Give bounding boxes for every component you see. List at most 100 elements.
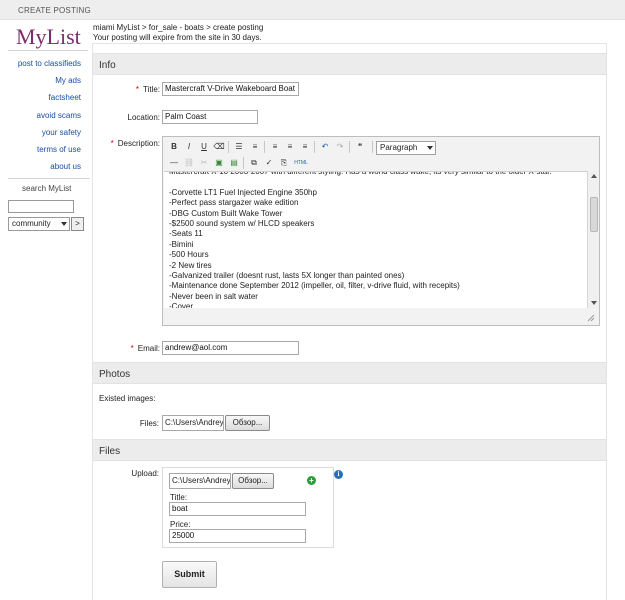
description-line: -$2500 sound system w/ HLCD speakers bbox=[169, 219, 315, 229]
page-heading: CREATE POSTING bbox=[18, 6, 91, 15]
file-title-input[interactable]: boat bbox=[169, 502, 306, 516]
info-icon[interactable]: i bbox=[334, 470, 343, 479]
search-scope-value: community bbox=[12, 219, 51, 228]
paste-button[interactable]: ⎘ bbox=[277, 156, 291, 170]
toolbar-separator bbox=[372, 141, 373, 153]
fullscreen-button[interactable]: ⧉ bbox=[247, 156, 261, 170]
email-input[interactable]: andrew@aol.com bbox=[162, 341, 299, 355]
bullet-list-button[interactable]: ☰ bbox=[232, 140, 246, 154]
media-button[interactable]: ▤ bbox=[227, 156, 241, 170]
undo-button[interactable]: ↶ bbox=[318, 140, 332, 154]
email-label-text: Email: bbox=[137, 344, 160, 353]
description-line: -Corvette LT1 Fuel Injected Engine 350hp bbox=[169, 187, 317, 197]
editor-scrollbar[interactable] bbox=[587, 171, 599, 308]
sidebar-item-avoid-scams[interactable]: avoid scams bbox=[0, 110, 90, 127]
scroll-up-icon[interactable] bbox=[591, 174, 597, 178]
redo-button[interactable]: ↷ bbox=[333, 140, 347, 154]
blockquote-button[interactable]: ❝ bbox=[353, 140, 367, 154]
title-label: * Title: bbox=[99, 85, 160, 94]
horizontal-rule-button[interactable]: — bbox=[167, 156, 181, 170]
align-right-button[interactable]: ≡ bbox=[298, 140, 312, 154]
unlink-button[interactable]: ✂ bbox=[197, 156, 211, 170]
link-button[interactable]: ⛓ bbox=[182, 156, 196, 170]
location-input[interactable]: Palm Coast bbox=[162, 110, 258, 124]
section-title: Info bbox=[99, 60, 116, 71]
sidebar-nav: post to classifieds My ads factsheet avo… bbox=[0, 58, 90, 178]
section-title: Photos bbox=[99, 369, 131, 380]
photo-file-input[interactable]: C:\Users\Andrey bbox=[162, 415, 224, 431]
align-left-button[interactable]: ≡ bbox=[268, 140, 282, 154]
upload-box: C:\Users\Andrey Обзор... + Title: boat P… bbox=[162, 467, 334, 548]
file-price-input[interactable]: 25000 bbox=[169, 529, 306, 543]
description-line: -2 New tires bbox=[169, 260, 212, 270]
toolbar-separator bbox=[264, 141, 265, 153]
sidebar-item-my-ads[interactable]: My ads bbox=[0, 75, 90, 92]
spellcheck-button[interactable]: ✓ bbox=[262, 156, 276, 170]
image-button[interactable]: ▣ bbox=[212, 156, 226, 170]
format-select[interactable]: Paragraph bbox=[376, 141, 436, 155]
sidebar-item-about-us[interactable]: about us bbox=[0, 161, 90, 178]
photos-section-header: Photos bbox=[93, 362, 606, 384]
search-input[interactable] bbox=[8, 200, 74, 213]
add-file-icon[interactable]: + bbox=[307, 476, 316, 485]
bold-button[interactable]: B bbox=[167, 140, 181, 154]
required-mark: * bbox=[110, 139, 114, 148]
description-line: -Cover bbox=[169, 302, 194, 308]
required-mark: * bbox=[130, 344, 134, 353]
chevron-down-icon bbox=[61, 222, 67, 226]
divider bbox=[8, 178, 90, 179]
upload-file-input[interactable]: C:\Users\Andrey bbox=[169, 473, 231, 489]
italic-button[interactable]: I bbox=[182, 140, 196, 154]
title-label-text: Title: bbox=[142, 85, 160, 94]
description-line: -Maintenance done September 2012 (impell… bbox=[169, 281, 460, 291]
breadcrumb: miami MyList > for_sale - boats > create… bbox=[93, 23, 264, 32]
toolbar-separator bbox=[314, 141, 315, 153]
description-line: -500 Hours bbox=[169, 250, 209, 260]
info-section-header: Info bbox=[93, 53, 606, 75]
title-input[interactable]: Mastercraft V-Drive Wakeboard Boat bbox=[162, 82, 299, 96]
description-line: -Never been in salt water bbox=[169, 291, 258, 301]
resize-handle-icon[interactable] bbox=[587, 314, 595, 322]
scroll-thumb[interactable] bbox=[590, 197, 598, 232]
top-bar: CREATE POSTING bbox=[0, 0, 625, 20]
files-section-header: Files bbox=[93, 439, 606, 461]
chevron-down-icon bbox=[427, 146, 433, 150]
sidebar-item-factsheet[interactable]: factsheet bbox=[0, 92, 90, 109]
toolbar-separator bbox=[349, 141, 350, 153]
numbered-list-button[interactable]: ≡ bbox=[248, 140, 262, 154]
existed-images-label: Existed images: bbox=[99, 394, 156, 403]
html-button[interactable]: HTML bbox=[293, 156, 309, 170]
search-go-button[interactable]: > bbox=[71, 217, 84, 231]
sidebar-item-your-safety[interactable]: your safety bbox=[0, 127, 90, 144]
toolbar-separator bbox=[243, 157, 244, 169]
files-label: Files: bbox=[139, 419, 159, 428]
expiry-note: Your posting will expire from the site i… bbox=[93, 33, 262, 42]
upload-browse-button[interactable]: Обзор... bbox=[232, 473, 274, 489]
format-value: Paragraph bbox=[380, 143, 418, 152]
file-title-label: Title: bbox=[170, 493, 188, 502]
divider bbox=[8, 50, 88, 51]
clear-format-button[interactable]: ⌫ bbox=[212, 140, 226, 154]
description-label-text: Description: bbox=[117, 139, 160, 148]
upload-label: Upload: bbox=[131, 469, 159, 478]
description-line: -Bimini bbox=[169, 239, 194, 249]
scroll-down-icon[interactable] bbox=[591, 301, 597, 305]
sidebar-item-post-to-classifieds[interactable]: post to classifieds bbox=[0, 58, 90, 75]
description-textarea[interactable]: Mastercraft X-10 2003-2007 with differen… bbox=[164, 171, 587, 308]
align-center-button[interactable]: ≡ bbox=[283, 140, 297, 154]
description-editor: B I U ⌫ ☰ ≡ ≡ ≡ ≡ ↶ ↷ ❝ Paragraph — ⛓ ✂ ▣ ▤ ⧉ ✓ ⎘ HTML Mast… bbox=[162, 136, 600, 326]
underline-button[interactable]: U bbox=[197, 140, 211, 154]
location-label: Location: bbox=[127, 113, 160, 122]
mylist-logo[interactable]: MyList bbox=[16, 24, 81, 50]
description-label: * Description: bbox=[93, 139, 160, 148]
description-line: -Seats 11 bbox=[169, 229, 203, 239]
required-mark: * bbox=[135, 85, 139, 94]
sidebar-item-terms-of-use[interactable]: terms of use bbox=[0, 144, 90, 161]
section-title: Files bbox=[99, 446, 121, 457]
description-line: Mastercraft X-10 2003-2007 with differen… bbox=[169, 171, 552, 176]
submit-button[interactable]: Submit bbox=[162, 561, 217, 588]
search-scope-select[interactable]: community bbox=[8, 217, 70, 231]
photo-browse-button[interactable]: Обзор... bbox=[225, 415, 270, 431]
toolbar-separator bbox=[228, 141, 229, 153]
editor-toolbar-row-2: — ⛓ ✂ ▣ ▤ ⧉ ✓ ⎘ HTML bbox=[167, 156, 597, 172]
